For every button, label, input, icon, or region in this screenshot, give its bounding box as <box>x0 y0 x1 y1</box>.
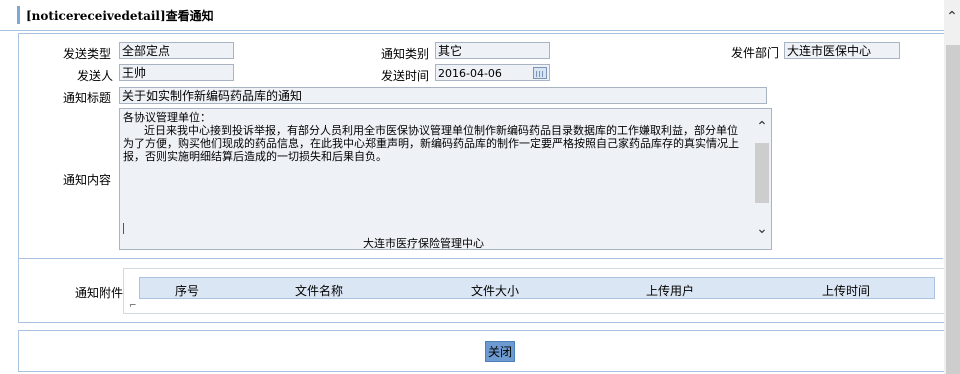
content-label: 通知内容 <box>63 173 112 187</box>
chevron-down-icon[interactable]: ⌄ <box>754 221 770 237</box>
col-filesize[interactable]: 文件大小 <box>471 282 519 299</box>
attachment-label: 通知附件 <box>75 286 124 300</box>
col-upload-time[interactable]: 上传时间 <box>822 282 870 299</box>
notice-content-text: 各协议管理单位： 近日来我中心接到投诉举报，有部分人员利用全市医保协议管理单位制… <box>123 111 739 163</box>
notice-signature: 大连市医疗保险管理中心 <box>363 237 484 250</box>
col-filename[interactable]: 文件名称 <box>295 282 343 299</box>
close-button[interactable]: 关闭 <box>485 341 515 362</box>
page-scrollbar[interactable]: ⌃ <box>944 0 960 374</box>
page-header: [noticereceivedetail]查看通知 <box>0 0 944 31</box>
footer-bar <box>18 330 945 372</box>
send-dept-label: 发件部门 <box>731 46 780 60</box>
sender-field[interactable]: 王帅 <box>119 64 234 81</box>
resize-mark: ⌐ <box>129 301 137 311</box>
notice-category-label: 通知类别 <box>381 47 430 61</box>
page-scroll-thumb[interactable] <box>946 45 960 374</box>
attachment-table-header: 序号 文件名称 文件大小 上传用户 上传时间 <box>139 277 935 299</box>
notice-title-label: 通知标题 <box>63 91 112 105</box>
col-index[interactable]: 序号 <box>175 282 199 299</box>
send-type-label: 发送类型 <box>63 47 112 61</box>
notice-title-field[interactable]: 关于如实制作新编码药品库的通知 <box>119 87 767 104</box>
calendar-icon[interactable] <box>533 67 547 79</box>
notice-category-field[interactable]: 其它 <box>435 42 550 59</box>
send-time-label: 发送时间 <box>381 69 430 83</box>
col-upload-user[interactable]: 上传用户 <box>646 282 694 299</box>
content-scrollbar[interactable]: ⌃ ⌄ <box>754 119 770 237</box>
send-type-field[interactable]: 全部定点 <box>119 42 234 59</box>
section-divider <box>18 258 943 259</box>
text-caret <box>123 223 124 234</box>
send-dept-field[interactable]: 大连市医保中心 <box>784 42 900 59</box>
notice-content-textarea[interactable]: 各协议管理单位： 近日来我中心接到投诉举报，有部分人员利用全市医保协议管理单位制… <box>119 108 772 250</box>
title-accent-bar <box>17 6 20 24</box>
page-title: [noticereceivedetail]查看通知 <box>26 9 214 23</box>
chevron-up-icon[interactable]: ⌃ <box>754 119 770 135</box>
chevron-up-icon[interactable]: ⌃ <box>944 9 960 25</box>
sender-label: 发送人 <box>77 69 114 83</box>
content-scroll-thumb[interactable] <box>755 143 769 203</box>
